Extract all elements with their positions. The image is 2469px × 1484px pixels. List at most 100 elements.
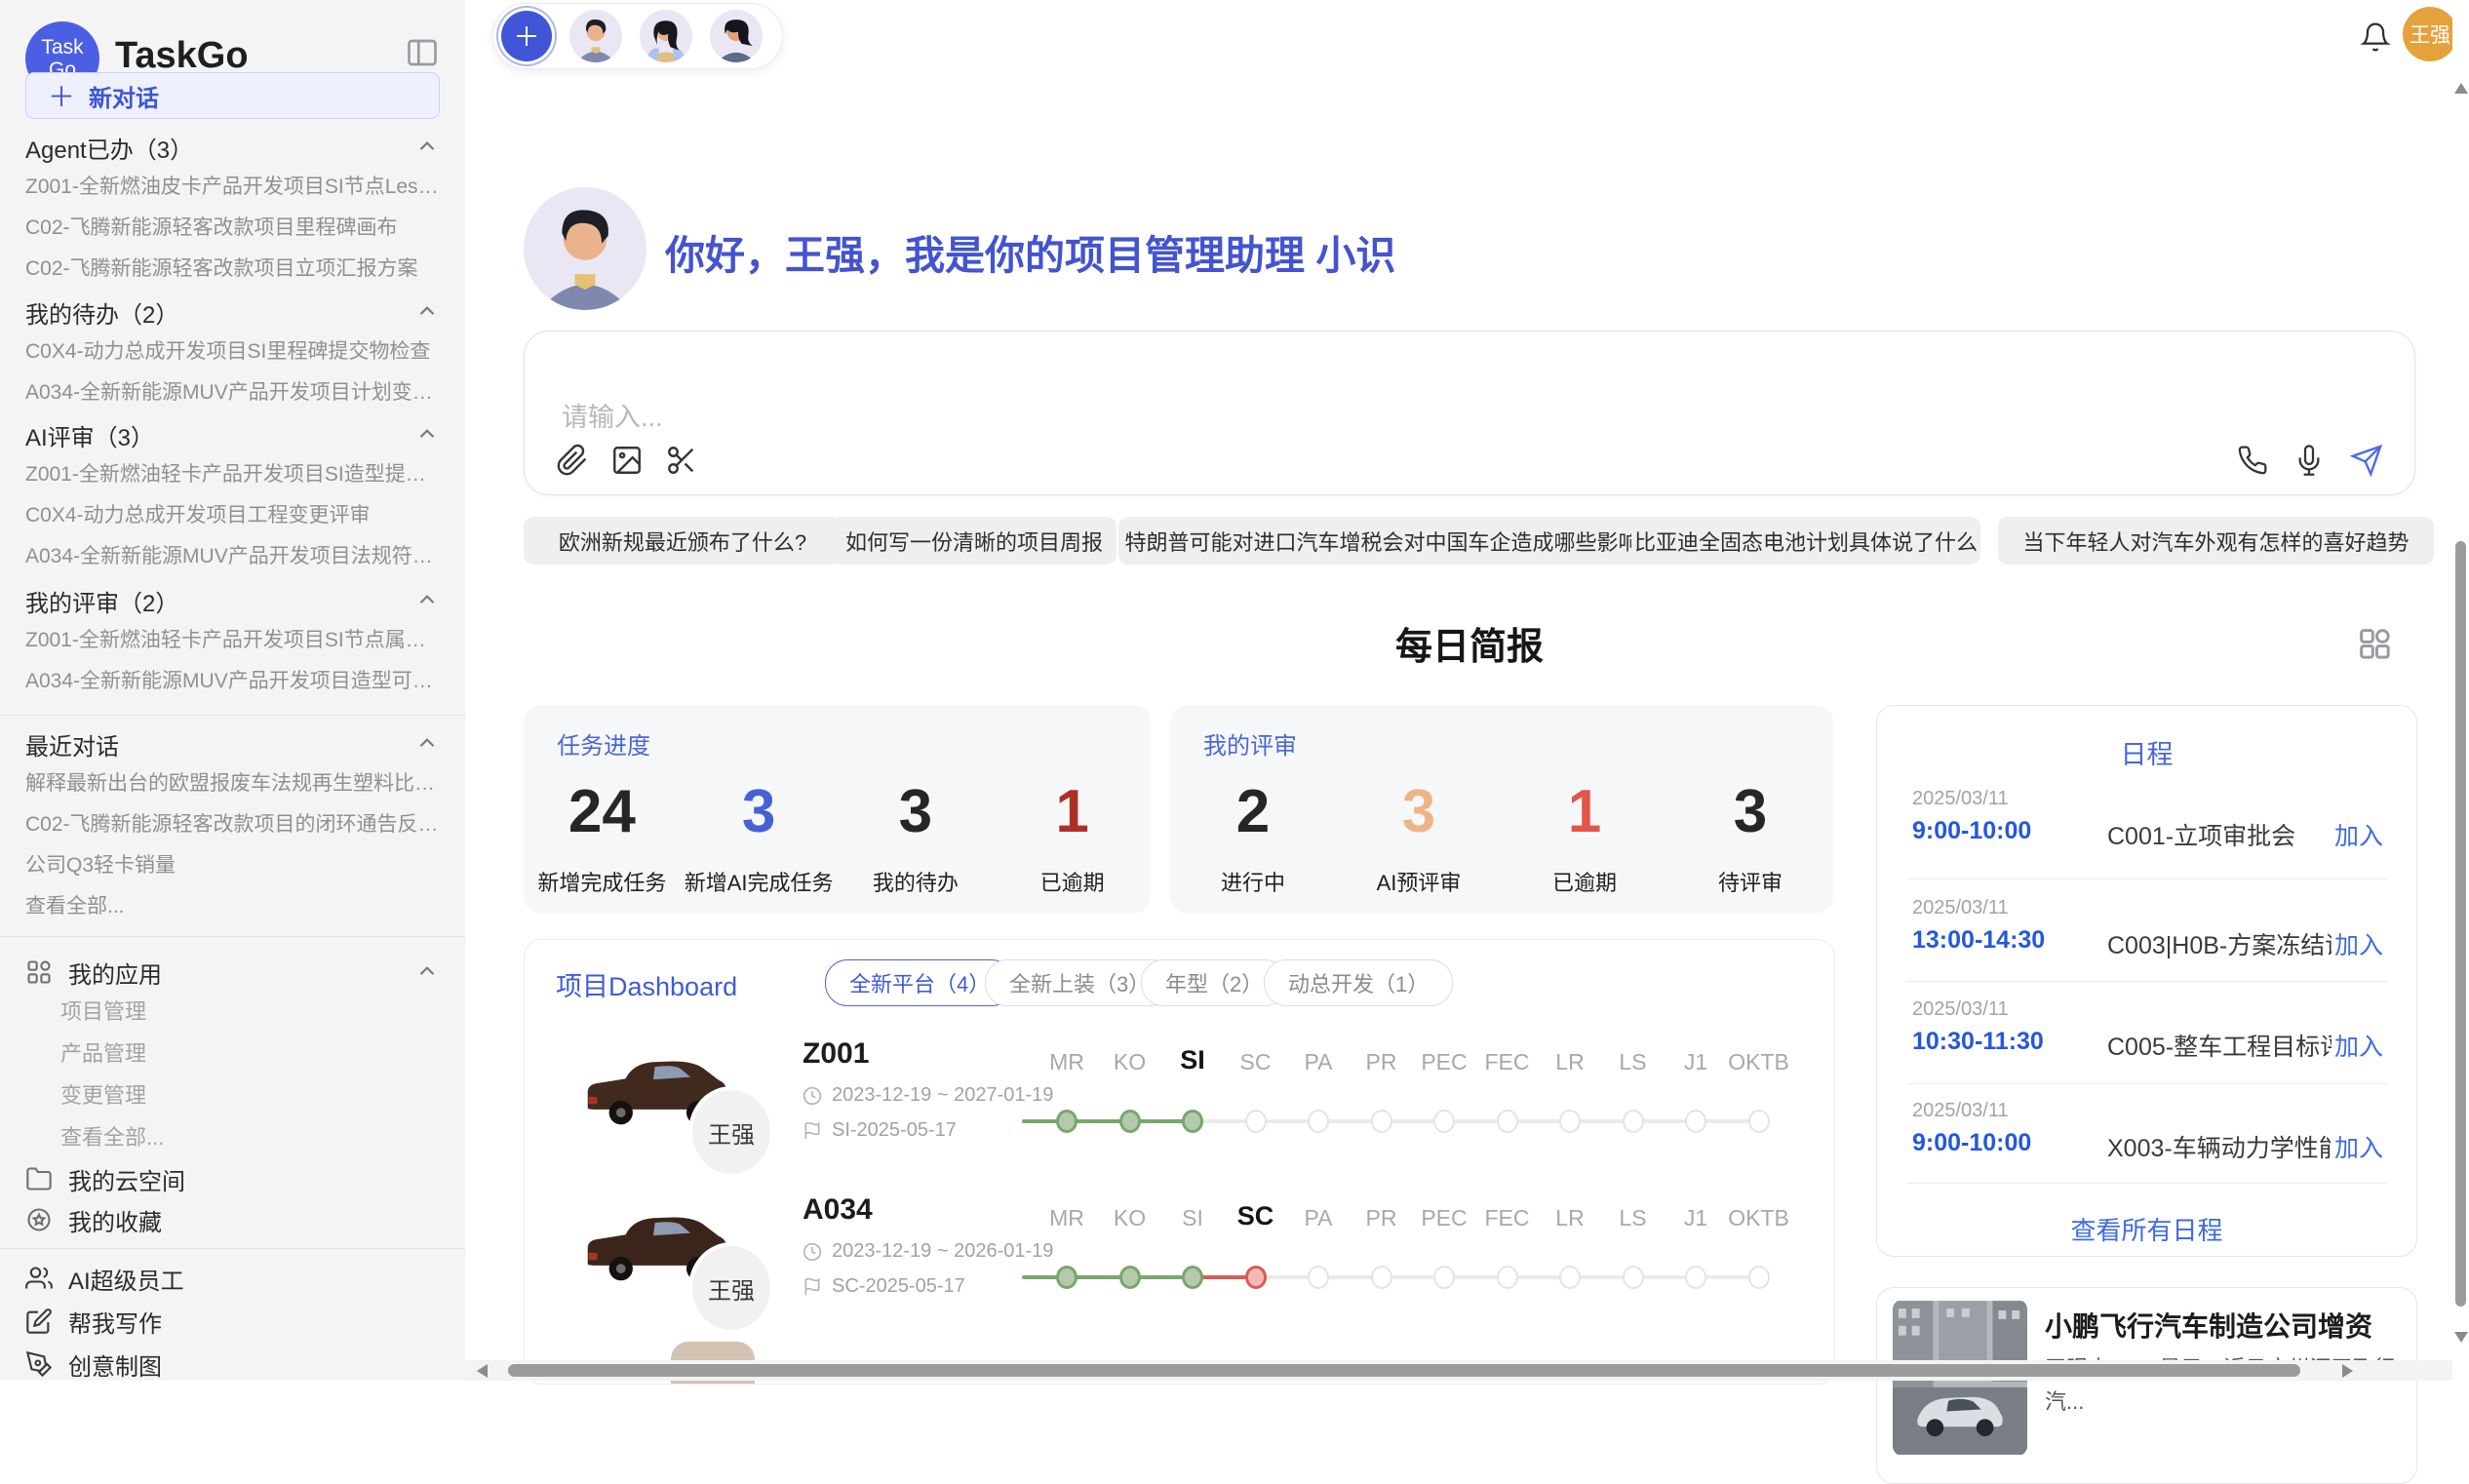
milestone-node[interactable] [1119, 1110, 1141, 1133]
sidebar-item-help-write[interactable]: 帮我写作 [25, 1303, 440, 1340]
add-session-button[interactable] [501, 11, 552, 61]
recent-chat-item[interactable]: C02-飞腾新能源轻客改款项目的闭环通告反馈情况 [25, 809, 446, 840]
project-code[interactable]: Z001 [803, 1037, 869, 1071]
section-my-review[interactable]: 我的评审（2） [25, 584, 440, 617]
section-my-todo[interactable]: 我的待办（2） [25, 295, 440, 329]
news-title[interactable]: 小鹏飞行汽车制造公司增资 [2045, 1306, 2400, 1345]
milestone-node[interactable] [1056, 1266, 1078, 1289]
milestone-node[interactable] [1371, 1110, 1392, 1133]
image-upload-icon[interactable] [610, 444, 644, 477]
recent-chat-item[interactable]: 解释最新出台的欧盟报废车法规再生塑料比例被调至15%... [25, 768, 446, 800]
milestone-node[interactable] [1623, 1110, 1644, 1133]
sidebar-item[interactable]: C02-飞腾新能源轻客改款项目立项汇报方案 [25, 254, 446, 285]
join-link[interactable]: 加入 [2334, 926, 2383, 961]
sidebar-item[interactable]: C0X4-动力总成开发项目SI里程碑提交物检查 [25, 336, 446, 368]
suggestion-chip[interactable]: 比亚迪全固态电池计划具体说了什么 [1631, 517, 1980, 565]
sidebar-item-creative-draw[interactable]: 创意制图 [25, 1346, 440, 1383]
milestone-node[interactable] [1056, 1110, 1078, 1133]
milestone-node[interactable] [1685, 1266, 1706, 1289]
sidebar-item[interactable]: A034-全新新能源MUV产品开发项目计划变更表编写 [25, 377, 446, 409]
chevron-up-icon[interactable] [414, 299, 440, 325]
app-item-change-mgmt[interactable]: 变更管理 [60, 1080, 440, 1112]
sidebar-item-cloud-space[interactable]: 我的云空间 [25, 1160, 440, 1197]
scroll-right-arrow[interactable] [2342, 1364, 2353, 1378]
milestone-node[interactable] [1559, 1110, 1581, 1133]
new-chat-button[interactable]: ＋ 新对话 [25, 72, 440, 119]
view-all-schedule-link[interactable]: 查看所有日程 [1877, 1211, 2416, 1247]
news-card[interactable]: 小鹏飞行汽车制造公司增资 天眼查 App 显示，近日广州汇天飞行汽... [1876, 1287, 2417, 1484]
sidebar-item[interactable]: Z001-全新燃油轻卡产品开发项目SI造型提交物评审 [25, 459, 446, 490]
notification-bell-icon[interactable] [2360, 21, 2391, 53]
chevron-up-icon[interactable] [414, 731, 440, 757]
chevron-up-icon[interactable] [414, 588, 440, 613]
milestone-node[interactable] [1182, 1266, 1203, 1289]
chat-input-box[interactable]: 请输入... [524, 331, 2415, 495]
chevron-up-icon[interactable] [414, 135, 440, 160]
milestone-node[interactable] [1371, 1266, 1392, 1289]
milestone-node[interactable] [1559, 1266, 1581, 1289]
user-avatar[interactable]: 王强 [2403, 7, 2457, 61]
app-item-product-mgmt[interactable]: 产品管理 [60, 1038, 440, 1070]
apps-view-all[interactable]: 查看全部... [60, 1122, 440, 1153]
milestone-node[interactable] [1245, 1110, 1267, 1133]
join-link[interactable]: 加入 [2334, 1129, 2383, 1164]
milestone-node[interactable] [1433, 1266, 1455, 1289]
scroll-down-arrow[interactable] [2454, 1332, 2468, 1343]
section-recent-chats[interactable]: 最近对话 [25, 727, 440, 761]
suggestion-chip[interactable]: 当下年轻人对汽车外观有怎样的喜好趋势 [1998, 517, 2434, 565]
milestone-timeline: MRKOSISCPAPRPECFECLRLSJ1OKTB [1035, 1049, 1815, 1147]
milestone-node[interactable] [1308, 1110, 1329, 1133]
milestone-node[interactable] [1623, 1266, 1644, 1289]
milestone-node[interactable] [1685, 1110, 1706, 1133]
milestone-node[interactable] [1748, 1266, 1770, 1289]
sidebar-item[interactable]: A034-全新新能源MUV产品开发项目法规符合性评审 [25, 541, 446, 572]
sidebar-item-ai-employee[interactable]: AI超级员工 [25, 1260, 440, 1297]
horizontal-scrollbar[interactable] [465, 1360, 2452, 1381]
milestone-node[interactable] [1748, 1110, 1770, 1133]
recent-chat-item[interactable]: 公司Q3轻卡销量 [25, 850, 446, 881]
suggestion-chip[interactable]: 如何写一份清晰的项目周报 [832, 517, 1117, 565]
scroll-left-arrow[interactable] [477, 1364, 488, 1378]
suggestion-chip[interactable]: 特朗普可能对进口汽车增税会对中国车企造成哪些影响 [1118, 517, 1646, 565]
horizontal-scrollbar-thumb[interactable] [508, 1364, 2300, 1377]
project-code[interactable]: A034 [803, 1193, 873, 1227]
sidebar-collapse-icon[interactable] [405, 35, 440, 70]
phone-call-icon[interactable] [2237, 445, 2268, 476]
milestone-node[interactable] [1245, 1266, 1267, 1289]
assistant-avatar-1[interactable] [569, 10, 622, 62]
sidebar-item[interactable]: C0X4-动力总成开发项目工程变更评审 [25, 500, 446, 531]
milestone-node[interactable] [1182, 1110, 1203, 1133]
sidebar-item-my-apps[interactable]: 我的应用 [25, 954, 440, 991]
section-ai-review[interactable]: AI评审（3） [25, 418, 440, 451]
chevron-up-icon[interactable] [414, 959, 440, 985]
assistant-avatar-3[interactable] [710, 10, 763, 62]
milestone-node[interactable] [1119, 1266, 1141, 1289]
microphone-icon[interactable] [2293, 445, 2325, 476]
send-icon[interactable] [2350, 444, 2383, 477]
assistant-avatar-2[interactable] [640, 10, 692, 62]
suggestion-chip[interactable]: 欧洲新规最近颁布了什么? [524, 517, 842, 565]
vertical-scrollbar[interactable] [2452, 0, 2469, 1360]
attachment-icon[interactable] [556, 444, 589, 477]
sidebar-item[interactable]: A034-全新新能源MUV产品开发项目造型可行性评审 [25, 666, 446, 697]
scissors-icon[interactable] [665, 444, 698, 477]
briefing-layout-icon[interactable] [2355, 624, 2394, 663]
milestone-node[interactable] [1433, 1110, 1455, 1133]
sidebar-item[interactable]: Z001-全新燃油皮卡产品开发项目SI节点Lesson Learn报告 [25, 172, 446, 203]
sidebar-item[interactable]: C02-飞腾新能源轻客改款项目里程碑画布 [25, 213, 446, 244]
milestone-node[interactable] [1308, 1266, 1329, 1289]
recent-view-all[interactable]: 查看全部... [25, 891, 446, 922]
join-link[interactable]: 加入 [2334, 1028, 2383, 1063]
star-badge-icon [25, 1206, 53, 1233]
milestone-node[interactable] [1497, 1110, 1518, 1133]
join-link[interactable]: 加入 [2334, 817, 2383, 852]
sidebar-item-favorites[interactable]: 我的收藏 [25, 1201, 440, 1238]
app-item-project-mgmt[interactable]: 项目管理 [60, 996, 440, 1028]
section-agent-done[interactable]: Agent已办（3） [25, 131, 440, 164]
chevron-up-icon[interactable] [414, 422, 440, 448]
milestone-node[interactable] [1497, 1266, 1518, 1289]
scroll-up-arrow[interactable] [2454, 83, 2468, 94]
sidebar-item[interactable]: Z001-全新燃油轻卡产品开发项目SI节点属性5D文件评审 [25, 625, 446, 656]
filter-chip-powertrain[interactable]: 动总开发（1） [1264, 959, 1453, 1006]
vertical-scrollbar-thumb[interactable] [2455, 541, 2466, 1307]
